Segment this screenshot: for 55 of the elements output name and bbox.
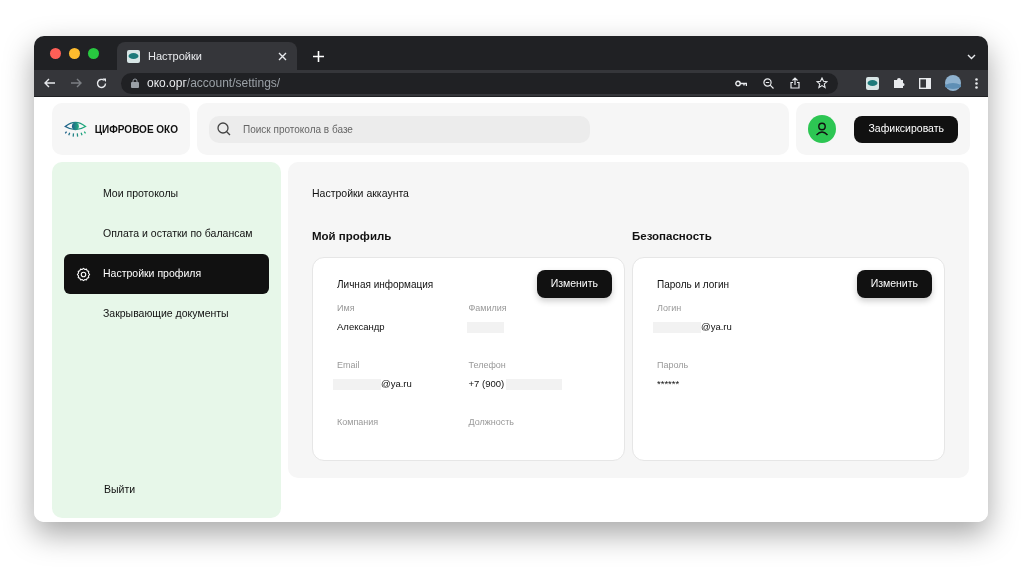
page-title: Настройки аккаунта bbox=[312, 186, 410, 201]
zoom-out-icon[interactable] bbox=[763, 77, 774, 89]
field-label: Должность bbox=[468, 416, 516, 429]
browser-tab[interactable]: Настройки bbox=[117, 42, 297, 70]
back-icon[interactable] bbox=[44, 78, 56, 88]
tab-title: Настройки bbox=[148, 48, 203, 64]
field-value: @ya.ru bbox=[381, 376, 412, 391]
sidebar-item[interactable]: Оплата и остатки по балансам bbox=[64, 214, 269, 254]
search-field[interactable]: Поиск протокола в базе bbox=[209, 115, 590, 143]
field-value: Александр bbox=[337, 319, 385, 334]
puzzle-icon[interactable] bbox=[893, 77, 905, 89]
close-window-icon[interactable] bbox=[50, 47, 61, 59]
user-avatar-icon[interactable] bbox=[808, 115, 836, 143]
star-icon[interactable] bbox=[816, 77, 828, 89]
eye-icon[interactable] bbox=[866, 76, 879, 90]
lock-icon bbox=[131, 78, 139, 88]
sidebar-item[interactable]: Мои протоколы bbox=[64, 174, 269, 214]
eye-icon bbox=[127, 49, 140, 63]
section-heading: Безопасность bbox=[632, 228, 713, 244]
field-label: Email bbox=[337, 359, 361, 372]
edit-button[interactable]: Изменить bbox=[536, 270, 612, 298]
search-icon bbox=[217, 122, 231, 136]
fix-button[interactable]: Зафиксировать bbox=[854, 115, 958, 143]
field-value: ****** bbox=[657, 376, 680, 391]
card-title: Пароль и логин bbox=[657, 277, 730, 292]
key-icon[interactable] bbox=[735, 79, 747, 87]
logout-link[interactable]: Выйти bbox=[64, 482, 269, 498]
close-tab-icon[interactable] bbox=[278, 51, 287, 61]
logo-text: ЦИФРОВОЕ ОКО bbox=[94, 122, 178, 137]
share-icon[interactable] bbox=[790, 77, 800, 89]
field-label: Логин bbox=[657, 302, 683, 315]
edit-button[interactable]: Изменить bbox=[856, 270, 932, 298]
new-tab-icon[interactable] bbox=[313, 51, 324, 62]
menu-icon[interactable] bbox=[975, 77, 978, 89]
field-label: Пароль bbox=[657, 359, 690, 372]
address-bar[interactable]: око.орг/account/settings/ bbox=[121, 72, 838, 94]
section-heading: Мой профиль bbox=[312, 228, 393, 244]
avatar-icon[interactable] bbox=[945, 75, 961, 91]
sidebar-item[interactable]: Закрывающие документы bbox=[64, 294, 269, 334]
field-label: Телефон bbox=[468, 359, 507, 372]
settings-icon bbox=[76, 266, 91, 282]
forward-icon[interactable] bbox=[70, 78, 82, 88]
maximize-window-icon[interactable] bbox=[88, 47, 99, 59]
field-value: @ya.ru bbox=[701, 319, 732, 334]
field-label: Компания bbox=[337, 416, 380, 429]
field-label: Имя bbox=[337, 302, 356, 315]
field-value: +7 (900) bbox=[468, 376, 505, 391]
url-text: око.орг/account/settings/ bbox=[147, 75, 281, 92]
card-title: Личная информация bbox=[337, 277, 434, 292]
reload-icon[interactable] bbox=[96, 77, 107, 89]
chevron-down-icon[interactable] bbox=[967, 54, 976, 60]
minimize-window-icon[interactable] bbox=[69, 47, 80, 59]
field-label: Фамилия bbox=[468, 302, 508, 315]
sidebar-item[interactable]: Настройки профиля bbox=[64, 254, 269, 294]
sidebar-icon[interactable] bbox=[919, 77, 931, 89]
